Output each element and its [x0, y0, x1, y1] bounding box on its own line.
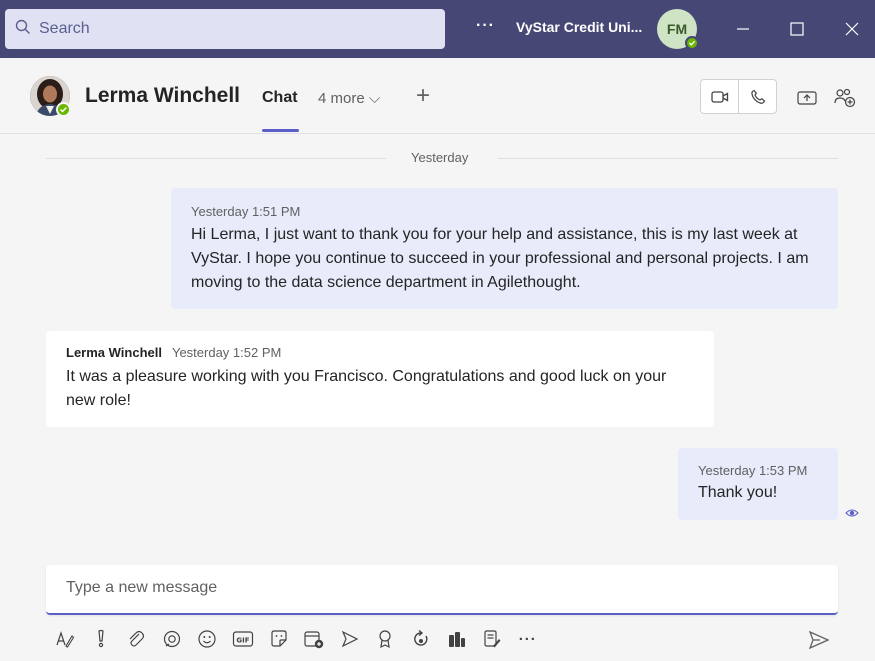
updates-button[interactable] — [408, 626, 434, 652]
message-input[interactable] — [66, 579, 806, 597]
add-people-icon — [834, 88, 856, 108]
viva-icon — [448, 632, 465, 647]
schedule-meeting-icon — [304, 631, 324, 649]
maximize-button[interactable] — [782, 14, 812, 44]
praise-icon — [379, 630, 391, 649]
tab-chat[interactable]: Chat — [262, 89, 298, 107]
minimize-button[interactable] — [728, 14, 758, 44]
message-timestamp: Yesterday 1:53 PM — [698, 463, 808, 478]
format-icon — [56, 631, 75, 648]
send-button[interactable] — [806, 627, 832, 653]
message-timestamp: Yesterday 1:52 PM — [171, 345, 282, 360]
add-people-button[interactable] — [833, 86, 857, 110]
share-screen-icon — [797, 91, 817, 105]
message-timestamp: Yesterday 1:51 PM — [191, 204, 301, 219]
search-placeholder: Search — [39, 20, 90, 37]
updates-icon — [414, 629, 428, 646]
search-icon — [15, 19, 39, 40]
message-text: It was a pleasure working with you Franc… — [66, 368, 667, 409]
message-text: Hi Lerma, I just want to thank you for y… — [191, 226, 809, 291]
tab-more-dropdown[interactable]: 4 more ⌵ — [318, 90, 380, 107]
emoji-icon — [198, 630, 216, 648]
svg-text:GIF: GIF — [236, 637, 249, 645]
video-call-icon — [710, 90, 728, 103]
sent-message[interactable]: Yesterday 1:51 PM Hi Lerma, I just want … — [171, 188, 838, 309]
close-button[interactable] — [837, 14, 867, 44]
share-screen-button[interactable] — [795, 86, 819, 110]
message-header: Lerma Winchell Yesterday 1:52 PM — [66, 345, 694, 360]
add-tab-button[interactable]: + — [416, 82, 430, 110]
presence-status-icon — [685, 36, 699, 50]
maximize-icon — [790, 22, 804, 36]
date-divider-label: Yesterday — [411, 150, 469, 165]
read-receipt-icon — [845, 506, 859, 520]
user-avatar[interactable]: FM — [657, 9, 699, 50]
contact-name[interactable]: Lerma Winchell — [85, 84, 240, 108]
audio-call-icon — [750, 89, 765, 104]
compose-toolbar: GIF ··· — [52, 626, 550, 652]
date-divider: Yesterday — [46, 150, 838, 166]
gif-icon: GIF — [232, 631, 254, 647]
forms-button[interactable] — [479, 626, 505, 652]
forms-icon — [484, 630, 501, 648]
format-button[interactable] — [52, 626, 78, 652]
loop-button[interactable] — [159, 626, 185, 652]
message-text: Thank you! — [698, 484, 778, 501]
title-bar: Search ··· VyStar Credit Uni... FM — [0, 0, 875, 58]
send-icon — [808, 630, 830, 650]
important-icon — [97, 629, 104, 648]
viva-button[interactable] — [444, 626, 470, 652]
stream-icon — [341, 630, 359, 648]
search-box[interactable]: Search — [5, 9, 445, 49]
stream-button[interactable] — [337, 626, 363, 652]
compose-box[interactable] — [46, 565, 838, 615]
attach-button[interactable] — [123, 626, 149, 652]
more-apps-button[interactable]: ··· — [515, 626, 541, 652]
org-switcher[interactable]: VyStar Credit Uni... — [516, 19, 642, 35]
schedule-meeting-button[interactable] — [301, 626, 327, 652]
contact-presence-icon — [56, 102, 71, 117]
chat-header: Lerma Winchell Chat 4 more ⌵ + — [0, 58, 875, 134]
received-message[interactable]: Lerma Winchell Yesterday 1:52 PM It was a… — [46, 331, 714, 427]
emoji-button[interactable] — [194, 626, 220, 652]
sticker-icon — [270, 630, 287, 647]
active-tab-indicator — [262, 129, 299, 132]
call-button-group — [700, 79, 777, 114]
audio-call-button[interactable] — [739, 80, 776, 113]
sent-message[interactable]: Yesterday 1:53 PM Thank you! — [678, 448, 838, 520]
user-initials: FM — [666, 21, 688, 37]
message-sender: Lerma Winchell — [66, 345, 162, 360]
gif-button[interactable]: GIF — [230, 626, 256, 652]
praise-button[interactable] — [372, 626, 398, 652]
attach-icon — [129, 630, 145, 647]
sticker-button[interactable] — [266, 626, 292, 652]
loop-icon — [163, 630, 180, 648]
video-call-button[interactable] — [701, 80, 739, 113]
more-options-button[interactable]: ··· — [476, 17, 495, 35]
important-button[interactable] — [88, 626, 114, 652]
close-icon — [845, 22, 859, 36]
minimize-icon — [737, 28, 749, 30]
